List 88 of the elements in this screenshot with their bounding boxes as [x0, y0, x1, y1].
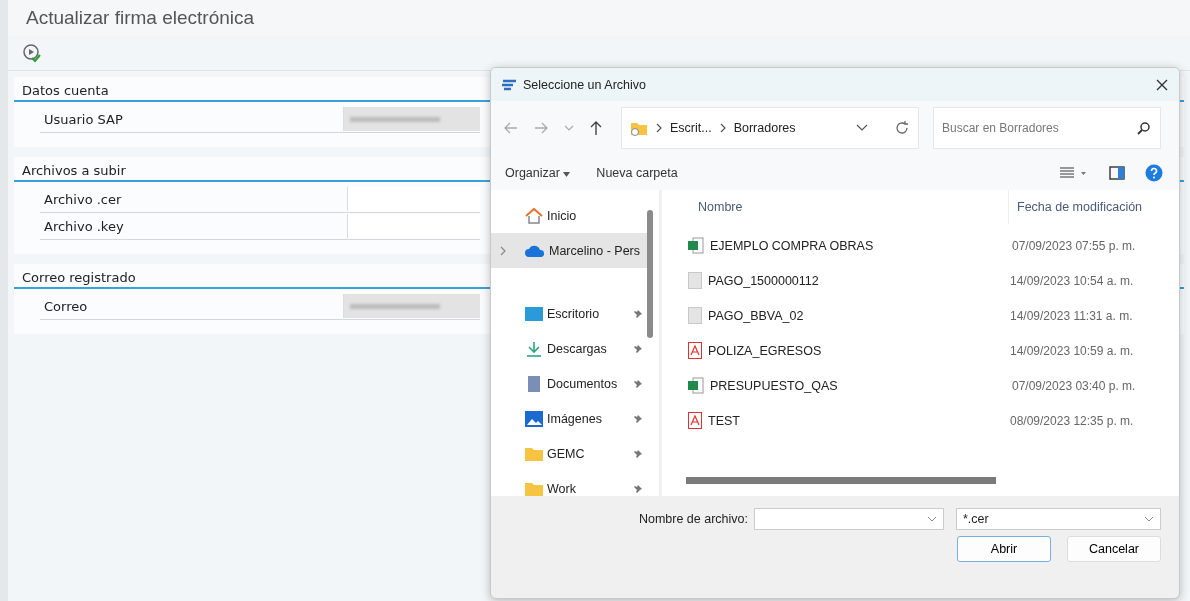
page-title: Actualizar firma electrónica: [8, 0, 1190, 36]
folder-icon: [525, 481, 543, 496]
sidebar-item[interactable]: Escritorio: [491, 296, 649, 331]
pin-icon: [633, 343, 643, 354]
breadcrumb-item[interactable]: Escrit...: [670, 121, 712, 135]
document-icon: [525, 374, 543, 393]
back-icon[interactable]: [503, 121, 519, 135]
pin-icon: [633, 483, 643, 494]
column-header[interactable]: Fecha de modificación: [1008, 190, 1143, 224]
refresh-icon[interactable]: [894, 120, 910, 136]
app-icon: [501, 78, 517, 91]
chevron-down-icon[interactable]: [855, 123, 869, 133]
file-name: POLIZA_EGRESOS: [708, 343, 823, 358]
input-field[interactable]: [342, 294, 480, 318]
cloud-icon: [525, 244, 545, 257]
close-icon[interactable]: [1155, 77, 1169, 92]
sidebar-item[interactable]: Marcelino - Pers: [491, 233, 649, 268]
file-name: PRESUPUESTO_QAS: [710, 378, 839, 393]
folder-icon: [630, 120, 648, 136]
filename-field[interactable]: [754, 508, 944, 530]
chevron-down-icon: [1144, 515, 1154, 523]
chevron-right-icon: [718, 123, 727, 133]
file-name: PAGO_BBVA_02: [708, 308, 805, 323]
file-row[interactable]: TEST 08/09/2023 12:35 p. m.: [662, 403, 1179, 438]
forward-icon[interactable]: [533, 121, 549, 135]
cancel-button[interactable]: Cancelar: [1067, 536, 1161, 562]
input-field[interactable]: [342, 107, 480, 131]
file-date: 14/09/2023 10:59 a. m.: [1010, 343, 1134, 358]
field-label: Archivo .key: [43, 218, 125, 234]
scrollbar[interactable]: [647, 210, 653, 338]
spreadsheet-file-icon: [688, 377, 704, 394]
file-name: TEST: [708, 413, 741, 428]
search-icon: [1137, 121, 1151, 135]
view-options-icon[interactable]: [1059, 165, 1089, 180]
file-icon: [688, 272, 702, 289]
sidebar-item[interactable]: Documentos: [491, 366, 649, 401]
file-name: PAGO_1500000112: [708, 273, 820, 288]
desktop-icon: [525, 306, 543, 321]
chevron-right-icon: [499, 245, 507, 256]
file-date: 07/09/2023 07:55 p. m.: [1012, 238, 1136, 253]
execute-icon[interactable]: [22, 43, 42, 63]
file-row[interactable]: PRESUPUESTO_QAS 07/09/2023 03:40 p. m.: [662, 368, 1179, 403]
input-field[interactable]: [347, 187, 480, 211]
file-date: 08/09/2023 12:35 p. m.: [1010, 413, 1134, 428]
caret-icon: [563, 171, 571, 177]
organize-button[interactable]: Organizar: [499, 161, 577, 184]
file-row[interactable]: EJEMPLO COMPRA OBRAS 07/09/2023 07:55 p. m.: [662, 228, 1179, 263]
open-button[interactable]: Abrir: [957, 536, 1051, 562]
field-label: Usuario SAP: [43, 111, 124, 127]
file-date: 14/09/2023 10:54 a. m.: [1010, 273, 1134, 288]
image-icon: [525, 410, 543, 427]
sidebar-item[interactable]: Descargas: [491, 331, 649, 366]
field-label: Archivo .cer: [43, 191, 123, 207]
chevron-right-icon: [655, 123, 663, 133]
file-name: EJEMPLO COMPRA OBRAS: [710, 238, 875, 253]
breadcrumb-item[interactable]: Borradores: [733, 121, 796, 135]
help-icon[interactable]: [1145, 163, 1163, 182]
address-bar[interactable]: Escrit... Borradores: [621, 107, 919, 149]
sidebar-item[interactable]: Work: [491, 471, 649, 506]
column-header[interactable]: Nombre: [662, 200, 1008, 214]
field-label: Correo: [43, 298, 89, 314]
pdf-file-icon: [688, 412, 702, 429]
file-icon: [688, 307, 702, 324]
sidebar-item[interactable]: Imágenes: [491, 401, 649, 436]
pdf-file-icon: [688, 342, 702, 359]
home-icon: [525, 207, 543, 224]
download-icon: [525, 340, 543, 357]
input-field[interactable]: [347, 214, 480, 238]
preview-pane-icon[interactable]: [1109, 165, 1125, 180]
pin-icon: [633, 308, 643, 319]
file-date: 14/09/2023 11:31 a. m.: [1010, 308, 1133, 323]
file-row[interactable]: POLIZA_EGRESOS 14/09/2023 10:59 a. m.: [662, 333, 1179, 368]
up-arrow-icon[interactable]: [589, 120, 603, 136]
field-label: Nombre de archivo:: [638, 512, 748, 526]
file-row[interactable]: PAGO_BBVA_02 14/09/2023 11:31 a. m.: [662, 298, 1179, 333]
pin-icon: [633, 413, 643, 424]
pin-icon: [633, 448, 643, 459]
spreadsheet-file-icon: [688, 237, 704, 254]
new-folder-button[interactable]: Nueva carpeta: [590, 161, 684, 184]
sidebar-item[interactable]: Inicio: [491, 198, 649, 233]
pin-icon: [633, 378, 643, 389]
file-type-dropdown[interactable]: *.cer: [956, 508, 1161, 530]
chevron-down-icon: [927, 515, 937, 523]
file-date: 07/09/2023 03:40 p. m.: [1012, 378, 1136, 393]
sidebar-item[interactable]: GEMC: [491, 436, 649, 471]
folder-icon: [525, 446, 543, 461]
scrollbar[interactable]: [686, 477, 996, 484]
search-field[interactable]: Buscar en Borradores: [933, 107, 1161, 149]
